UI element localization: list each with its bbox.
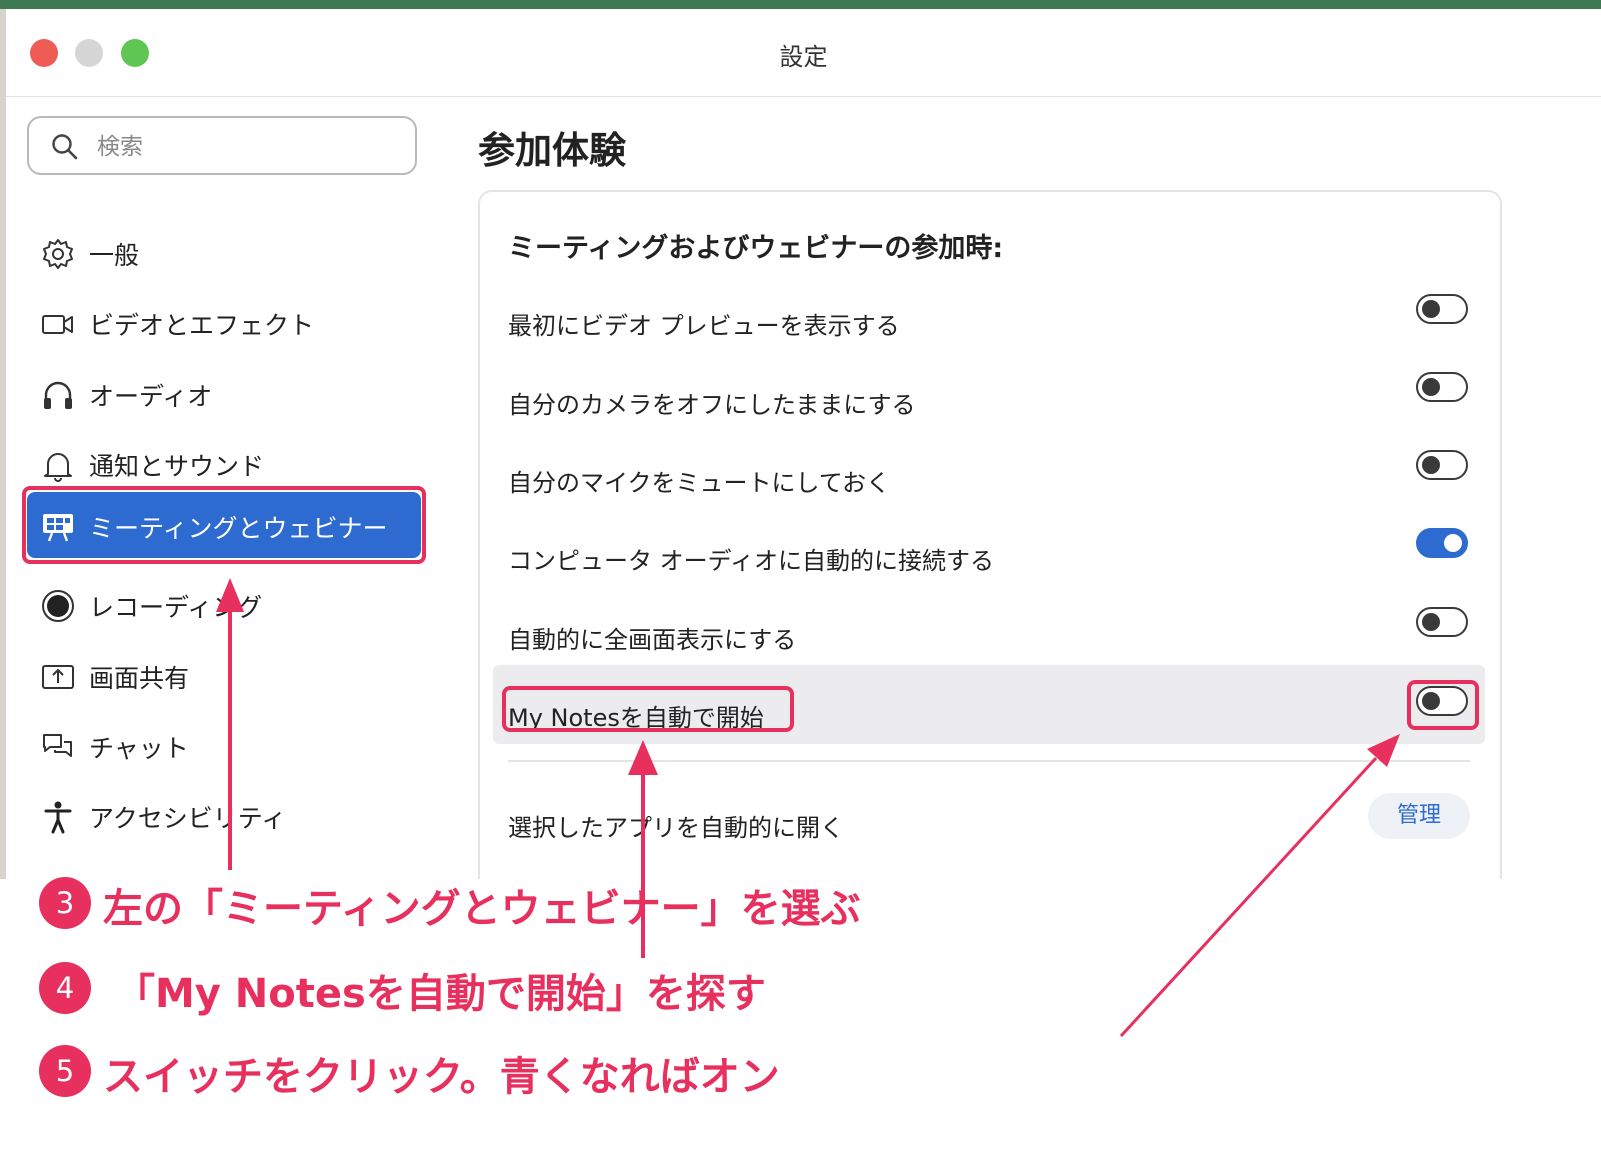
arrowhead [628, 740, 658, 775]
arrow-to-toggle [1119, 756, 1378, 1038]
arrowhead [216, 578, 244, 612]
annotation-arrows [216, 578, 1400, 1038]
